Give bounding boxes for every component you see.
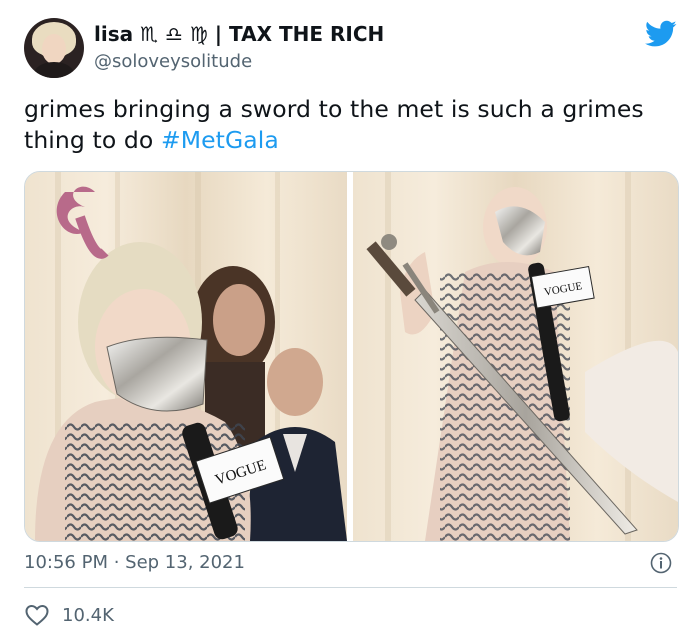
- media-photos: VOGUE VOGUE: [25, 172, 678, 541]
- tweet-body: grimes bringing a sword to the met is su…: [24, 95, 644, 154]
- tweet-timestamp[interactable]: 10:56 PM · Sep 13, 2021: [24, 552, 245, 573]
- tweet-text: grimes bringing a sword to the met is su…: [24, 94, 674, 156]
- hashtag-link[interactable]: #MetGala: [161, 126, 279, 154]
- author-handle[interactable]: @soloveysolitude: [94, 51, 252, 72]
- author-display-name[interactable]: lisa ♏ ♎ ♍ | TAX THE RICH: [94, 22, 384, 46]
- info-icon[interactable]: [650, 552, 672, 574]
- author-avatar[interactable]: [24, 18, 84, 78]
- avatar-face: [42, 34, 66, 64]
- tweet-media[interactable]: VOGUE VOGUE: [24, 171, 679, 542]
- left-photo: VOGUE: [25, 172, 347, 541]
- like-count: 10.4K: [62, 604, 114, 626]
- divider: [24, 587, 677, 588]
- twitter-bird-icon[interactable]: [645, 20, 677, 48]
- right-photo: VOGUE: [353, 172, 678, 541]
- like-action[interactable]: 10.4K: [24, 603, 114, 627]
- heart-icon[interactable]: [24, 603, 50, 627]
- avatar-body: [34, 62, 74, 78]
